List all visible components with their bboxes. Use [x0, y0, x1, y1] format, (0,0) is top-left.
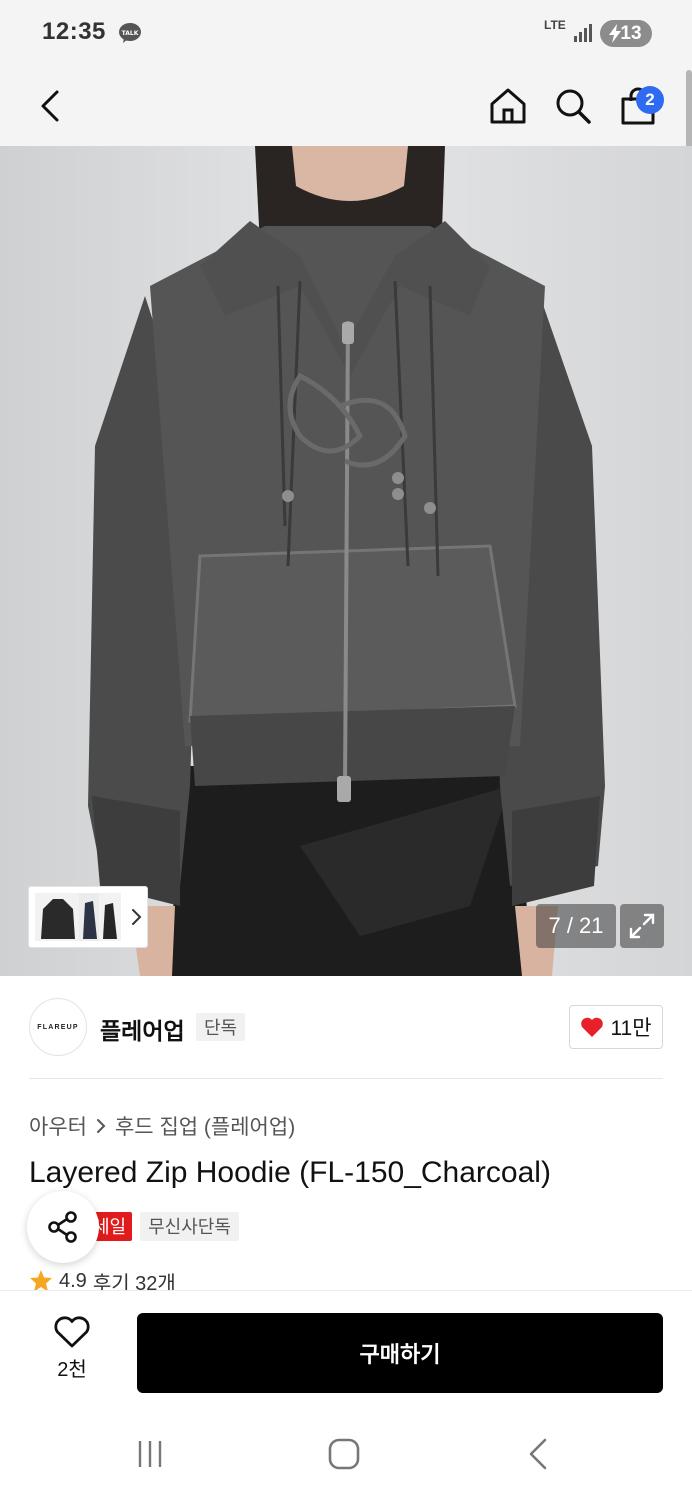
- home-nav-icon: [328, 1438, 360, 1470]
- heart-icon: [54, 1316, 90, 1348]
- share-button[interactable]: [27, 1191, 99, 1263]
- breadcrumb-subcategory[interactable]: 후드 집업 (플레어업): [115, 1111, 295, 1141]
- heart-icon: [581, 1017, 604, 1037]
- recent-apps-icon: [138, 1441, 162, 1467]
- status-bar: 12:35 TALK LTE 13: [0, 0, 692, 66]
- expand-icon: [629, 913, 655, 939]
- app-header: 2: [0, 66, 692, 146]
- search-button[interactable]: [545, 78, 601, 134]
- rating-value: 4.9: [59, 1270, 87, 1292]
- exclusive-tag: 단독: [196, 1013, 246, 1041]
- cart-button[interactable]: 2: [610, 78, 666, 134]
- image-counter: 7 / 21: [536, 904, 616, 948]
- battery-icon: 13: [600, 20, 652, 47]
- kakaotalk-icon: TALK: [119, 23, 141, 43]
- hoodie-photo: [0, 146, 692, 976]
- brand-like-count: 11만: [610, 1017, 652, 1040]
- share-icon: [48, 1211, 77, 1243]
- divider: [29, 1078, 663, 1079]
- star-icon: [30, 1270, 52, 1292]
- battery-level: 13: [620, 22, 642, 44]
- home-button[interactable]: [480, 78, 536, 134]
- home-nav-button[interactable]: [314, 1434, 374, 1474]
- back-nav-icon: [529, 1438, 547, 1470]
- signal-icon: [574, 24, 592, 42]
- rating-row[interactable]: 4.9 후기 32개: [29, 1270, 176, 1292]
- system-nav-bar: [0, 1404, 692, 1500]
- product-title: Layered Zip Hoodie (FL-150_Charcoal): [29, 1156, 551, 1189]
- expand-button[interactable]: [620, 904, 664, 948]
- buy-button[interactable]: 구매하기: [137, 1313, 663, 1393]
- home-icon: [490, 88, 526, 124]
- wishlist-button[interactable]: 2천: [40, 1315, 104, 1385]
- breadcrumb-category[interactable]: 아우터: [29, 1111, 87, 1141]
- back-nav-button[interactable]: [508, 1434, 568, 1474]
- action-bar: 2천 구매하기: [0, 1290, 692, 1404]
- wishlist-count: 2천: [57, 1359, 87, 1381]
- musinsa-exclusive-tag: 무신사단독: [140, 1211, 239, 1241]
- breadcrumb: 아우터 후드 집업 (플레어업): [29, 1111, 295, 1141]
- brand-like-button[interactable]: 11만: [569, 1005, 663, 1049]
- network-label: LTE: [544, 18, 566, 32]
- search-icon: [556, 89, 591, 124]
- thumbnail-images: [35, 893, 121, 941]
- review-count: 후기 32개: [92, 1272, 176, 1293]
- brand-logo[interactable]: FLAREUP: [29, 998, 87, 1056]
- cart-badge: 2: [636, 86, 664, 114]
- back-arrow-icon: [41, 90, 59, 122]
- back-button[interactable]: [22, 78, 78, 134]
- thumbnail-strip[interactable]: [28, 886, 148, 948]
- recent-apps-button[interactable]: [120, 1434, 180, 1474]
- brand-name[interactable]: 플레어업: [100, 1012, 185, 1046]
- chevron-right-icon: [132, 909, 142, 925]
- status-time: 12:35: [42, 18, 106, 45]
- product-image[interactable]: 7 / 21: [0, 146, 692, 976]
- svg-text:TALK: TALK: [122, 30, 139, 37]
- chevron-right-icon: [96, 1119, 106, 1133]
